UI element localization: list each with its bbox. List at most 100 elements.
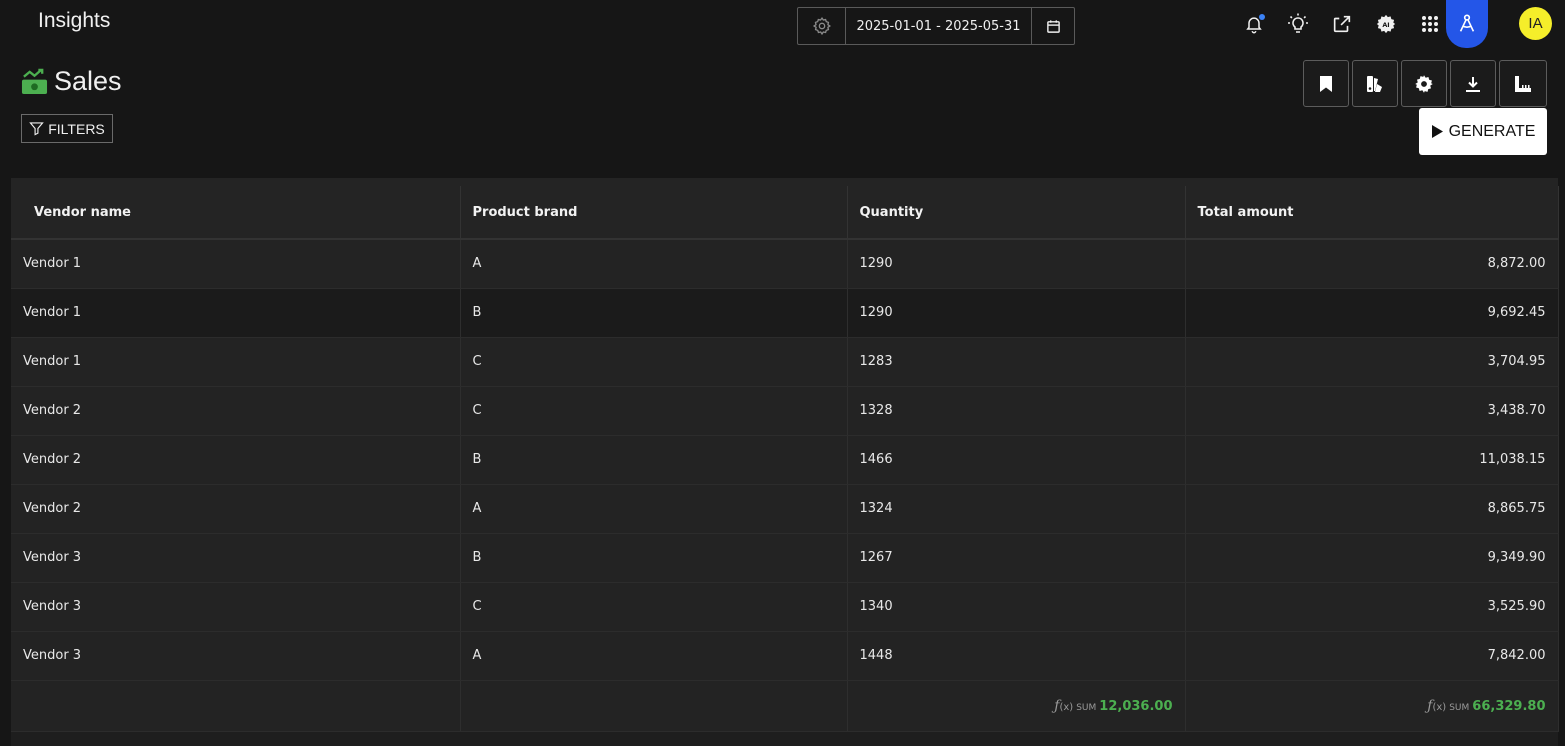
gear-icon bbox=[812, 16, 831, 36]
user-avatar[interactable]: IA bbox=[1519, 7, 1552, 40]
share-icon bbox=[1333, 15, 1351, 33]
filters-label: FILTERS bbox=[48, 120, 105, 137]
vendor-cell: Vendor 3 bbox=[11, 631, 461, 681]
ruler-icon bbox=[1515, 75, 1531, 92]
table-row[interactable]: Vendor 3 A 1448 7,842.00 bbox=[11, 631, 1559, 681]
quantity-cell: 1290 bbox=[847, 239, 1186, 289]
brand-cell: C bbox=[460, 386, 848, 436]
bookmark-button[interactable] bbox=[1303, 60, 1349, 107]
table-top-bar bbox=[11, 178, 1558, 186]
page-header: Sales bbox=[21, 66, 122, 97]
sum-label: SUM bbox=[1449, 702, 1470, 713]
notification-dot bbox=[1259, 14, 1265, 20]
measure-button[interactable] bbox=[1499, 60, 1547, 107]
brand-cell: A bbox=[460, 631, 848, 681]
vendor-cell: Vendor 1 bbox=[11, 337, 461, 387]
column-header-quantity[interactable]: Quantity bbox=[847, 186, 1186, 240]
sum-label: SUM bbox=[1076, 702, 1097, 713]
function-args: (x) bbox=[1432, 701, 1447, 713]
calendar-icon bbox=[1046, 19, 1060, 33]
notifications-button[interactable] bbox=[1232, 2, 1276, 46]
total-cell: 9,692.45 bbox=[1185, 288, 1559, 338]
table-row[interactable]: Vendor 3 C 1340 3,525.90 bbox=[11, 582, 1559, 632]
vendor-cell: Vendor 2 bbox=[11, 435, 461, 485]
sales-chart-icon bbox=[21, 68, 48, 95]
total-cell: 3,704.95 bbox=[1185, 337, 1559, 387]
ai-chip-icon: AI bbox=[1376, 14, 1396, 34]
column-header-total-amount[interactable]: Total amount bbox=[1185, 186, 1559, 240]
total-cell: 3,525.90 bbox=[1185, 582, 1559, 632]
data-table-container: Vendor name Product brand Quantity Total… bbox=[11, 178, 1559, 746]
settings-button[interactable] bbox=[1401, 60, 1447, 107]
summary-empty-cell bbox=[11, 680, 461, 732]
column-header-vendor-name[interactable]: Vendor name bbox=[11, 186, 461, 240]
quantity-sum-cell: ƒ(x) SUM 12,036.00 bbox=[847, 680, 1186, 732]
palette-swatch-icon bbox=[1367, 75, 1382, 92]
total-cell: 8,872.00 bbox=[1185, 239, 1559, 289]
apps-grid-icon bbox=[1422, 16, 1438, 32]
brand-cell: C bbox=[460, 337, 848, 387]
total-cell: 3,438.70 bbox=[1185, 386, 1559, 436]
total-cell: 7,842.00 bbox=[1185, 631, 1559, 681]
brand-cell: A bbox=[460, 239, 848, 289]
brand-cell: B bbox=[460, 533, 848, 583]
brand-cell: B bbox=[460, 288, 848, 338]
page-title: Sales bbox=[54, 66, 122, 96]
brand-cell: B bbox=[460, 435, 848, 485]
vendor-cell: Vendor 3 bbox=[11, 582, 461, 632]
vendor-cell: Vendor 1 bbox=[11, 239, 461, 289]
lightbulb-icon bbox=[1288, 13, 1308, 33]
calendar-button[interactable] bbox=[1032, 8, 1074, 44]
quantity-cell: 1448 bbox=[847, 631, 1186, 681]
compass-button[interactable] bbox=[1446, 0, 1488, 48]
quantity-cell: 1267 bbox=[847, 533, 1186, 583]
bookmark-icon bbox=[1320, 75, 1332, 92]
summary-row: ƒ(x) SUM 12,036.00 ƒ(x) SUM 66,329.80 bbox=[11, 680, 1559, 732]
app-title: Insights bbox=[38, 9, 111, 32]
date-range-picker: 2025-01-01 - 2025-05-31 bbox=[797, 7, 1075, 45]
table-row[interactable]: Vendor 1 A 1290 8,872.00 bbox=[11, 239, 1559, 289]
brand-cell: C bbox=[460, 582, 848, 632]
table-row[interactable]: Vendor 2 B 1466 11,038.15 bbox=[11, 435, 1559, 485]
generate-button[interactable]: GENERATE bbox=[1419, 108, 1547, 155]
quantity-cell: 1328 bbox=[847, 386, 1186, 436]
column-header-product-brand[interactable]: Product brand bbox=[460, 186, 848, 240]
vendor-cell: Vendor 2 bbox=[11, 484, 461, 534]
quantity-sum-value: 12,036.00 bbox=[1099, 698, 1173, 714]
table-header-row: Vendor name Product brand Quantity Total… bbox=[11, 186, 1559, 240]
table-row[interactable]: Vendor 2 C 1328 3,438.70 bbox=[11, 386, 1559, 436]
download-button[interactable] bbox=[1450, 60, 1496, 107]
compass-icon bbox=[1459, 14, 1475, 32]
table-row[interactable]: Vendor 1 C 1283 3,704.95 bbox=[11, 337, 1559, 387]
download-icon bbox=[1466, 76, 1480, 92]
total-cell: 11,038.15 bbox=[1185, 435, 1559, 485]
share-button[interactable] bbox=[1320, 2, 1364, 46]
svg-text:AI: AI bbox=[1382, 21, 1389, 29]
total-cell: 8,865.75 bbox=[1185, 484, 1559, 534]
quantity-cell: 1290 bbox=[847, 288, 1186, 338]
insights-button[interactable] bbox=[1276, 2, 1320, 46]
play-icon bbox=[1431, 125, 1443, 138]
filters-button[interactable]: FILTERS bbox=[21, 114, 113, 143]
function-args: (x) bbox=[1059, 701, 1074, 713]
report-toolbar bbox=[1303, 60, 1547, 107]
gear-icon bbox=[1415, 74, 1433, 93]
total-sum-value: 66,329.80 bbox=[1472, 698, 1546, 714]
quantity-cell: 1324 bbox=[847, 484, 1186, 534]
sales-table: Vendor name Product brand Quantity Total… bbox=[11, 186, 1559, 732]
filter-icon bbox=[29, 122, 45, 136]
quantity-cell: 1466 bbox=[847, 435, 1186, 485]
vendor-cell: Vendor 1 bbox=[11, 288, 461, 338]
date-range-value[interactable]: 2025-01-01 - 2025-05-31 bbox=[846, 8, 1032, 44]
table-row[interactable]: Vendor 3 B 1267 9,349.90 bbox=[11, 533, 1559, 583]
total-cell: 9,349.90 bbox=[1185, 533, 1559, 583]
generate-label: GENERATE bbox=[1448, 122, 1536, 140]
quantity-cell: 1340 bbox=[847, 582, 1186, 632]
brand-cell: A bbox=[460, 484, 848, 534]
format-button[interactable] bbox=[1352, 60, 1398, 107]
table-row[interactable]: Vendor 1 B 1290 9,692.45 bbox=[11, 288, 1559, 338]
ai-button[interactable]: AI bbox=[1364, 2, 1408, 46]
vendor-cell: Vendor 2 bbox=[11, 386, 461, 436]
table-row[interactable]: Vendor 2 A 1324 8,865.75 bbox=[11, 484, 1559, 534]
date-settings-button[interactable] bbox=[798, 8, 846, 44]
